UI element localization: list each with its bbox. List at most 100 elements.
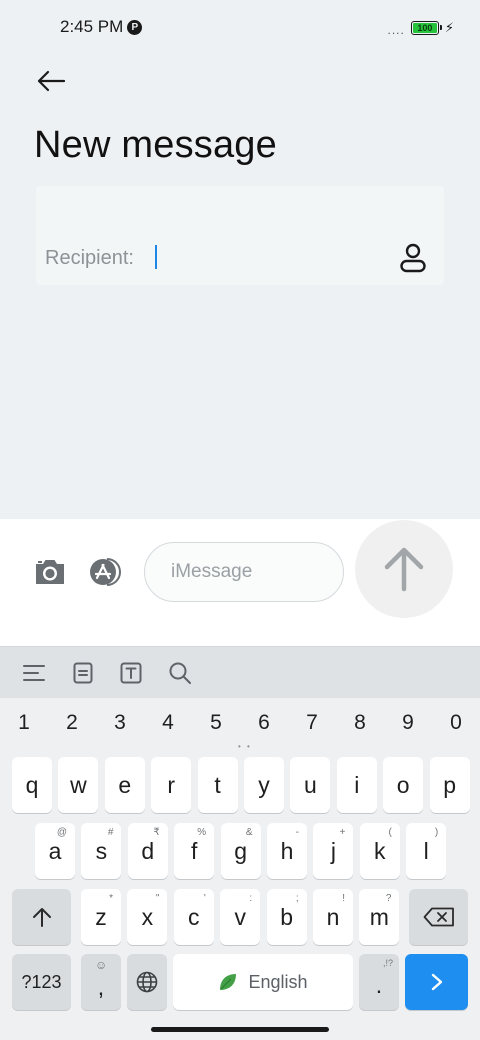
app-store-button[interactable] (86, 555, 124, 589)
key-q[interactable]: q (12, 757, 52, 813)
battery-icon: 100 (410, 21, 442, 35)
number-key[interactable]: 7 (292, 702, 332, 744)
number-key[interactable]: 8 (340, 702, 380, 744)
key-hint: ; (295, 893, 299, 904)
key-hint: ( (388, 827, 392, 838)
chevron-right-icon (431, 973, 442, 991)
key-label: d (141, 837, 155, 864)
period-key[interactable]: ,!? . (359, 954, 399, 1010)
key-label: n (326, 903, 340, 930)
imessage-input[interactable] (144, 542, 344, 602)
key-g[interactable]: g & (220, 823, 261, 879)
camera-button[interactable] (32, 556, 68, 588)
menu-icon (23, 665, 45, 681)
key-label: u (303, 771, 317, 798)
send-button[interactable] (355, 520, 453, 618)
key-hint: * (109, 893, 113, 904)
text-box-icon (120, 662, 142, 684)
recipient-label: Recipient: (45, 247, 134, 269)
leaf-icon (220, 974, 237, 990)
recipient-field[interactable]: Recipient: (36, 186, 444, 285)
key-label: v (234, 903, 246, 930)
key-l[interactable]: l) (406, 823, 447, 879)
key-u[interactable]: u (290, 757, 331, 813)
key-s[interactable]: s # (81, 823, 122, 879)
clipboard-button[interactable] (68, 658, 98, 688)
key-hint: ₹ (153, 827, 160, 838)
key-d[interactable]: d ₹ (127, 823, 168, 879)
key-label: q (25, 771, 39, 798)
key-p[interactable]: p (429, 757, 470, 813)
key-h[interactable]: h- (267, 823, 307, 879)
emoji-hint: ☺ (95, 958, 108, 972)
key-label: x (141, 903, 154, 930)
key-z[interactable]: z * (81, 889, 121, 945)
key-a[interactable]: a @ (35, 823, 75, 879)
key-hint: ? (385, 893, 392, 904)
key-f[interactable]: f% (174, 823, 215, 879)
key-label: m (369, 903, 389, 930)
key-w[interactable]: w (58, 757, 99, 813)
key-y[interactable]: y (244, 757, 284, 813)
key-hint: # (107, 827, 114, 838)
home-indicator[interactable] (151, 1027, 329, 1032)
key-label: z (95, 903, 107, 930)
key-j[interactable]: j + (313, 823, 354, 879)
status-indicators: .... 100 ⚡ (388, 19, 454, 37)
keyboard-search-button[interactable] (165, 658, 195, 688)
arrow-left-icon (37, 70, 66, 92)
space-key-label: English (248, 971, 308, 992)
enter-key[interactable] (405, 954, 468, 1010)
backspace-icon (423, 907, 454, 927)
person-icon (400, 243, 426, 273)
back-button[interactable] (30, 62, 72, 100)
key-label: i (354, 771, 360, 798)
number-key[interactable]: 6 (244, 702, 284, 744)
camera-icon (36, 560, 64, 584)
key-x[interactable]: x " (127, 889, 168, 945)
number-key[interactable]: 9 (388, 702, 428, 744)
signal-icon: .... (387, 23, 405, 37)
space-key[interactable]: English (173, 954, 353, 1010)
key-e[interactable]: e (104, 757, 145, 813)
key-label: b (280, 903, 293, 930)
key-label: k (374, 837, 386, 864)
status-time-text: 2:45 PM (60, 17, 124, 36)
key-m[interactable]: m? (359, 889, 400, 945)
keyboard: 1234567890 • • q w e r t y u i o p a @ s # d ₹ f% g & h - j + k… (0, 646, 480, 1040)
key-v[interactable]: v: (220, 889, 261, 945)
key-label: w (70, 771, 87, 798)
symbols-key[interactable]: ?123 (12, 954, 71, 1010)
backspace-key[interactable] (409, 889, 468, 945)
key-label: e (118, 771, 132, 798)
comma-label: , (97, 973, 105, 1000)
shift-key[interactable] (12, 889, 71, 945)
key-label: g (234, 837, 247, 864)
text-style-button[interactable] (116, 658, 146, 688)
key-hint: ) (434, 827, 439, 838)
charging-icon: ⚡ (444, 20, 454, 35)
key-n[interactable]: n! (313, 889, 353, 945)
number-key[interactable]: 2 (52, 702, 92, 744)
search-icon (169, 662, 191, 684)
arrow-up-icon (384, 547, 424, 592)
menu-button[interactable] (19, 658, 49, 688)
number-key[interactable]: 5 (196, 702, 236, 744)
key-r[interactable]: r (151, 757, 192, 813)
key-label: j (330, 837, 336, 864)
number-key[interactable]: 4 (148, 702, 188, 744)
number-key[interactable]: 0 (436, 702, 476, 744)
key-o[interactable]: o (383, 757, 424, 813)
period-hint: ,!? (382, 958, 393, 968)
number-key[interactable]: 3 (100, 702, 140, 744)
add-contact-button[interactable] (398, 242, 428, 274)
key-i[interactable]: i (336, 757, 377, 813)
comma-key[interactable]: ☺ , (81, 954, 121, 1010)
key-t[interactable]: t (197, 757, 238, 813)
number-key[interactable]: 1 (4, 702, 44, 744)
key-k[interactable]: k( (359, 823, 400, 879)
key-label: l (423, 837, 429, 864)
key-b[interactable]: b; (266, 889, 307, 945)
language-key[interactable] (127, 954, 167, 1010)
key-c[interactable]: c ' (173, 889, 214, 945)
